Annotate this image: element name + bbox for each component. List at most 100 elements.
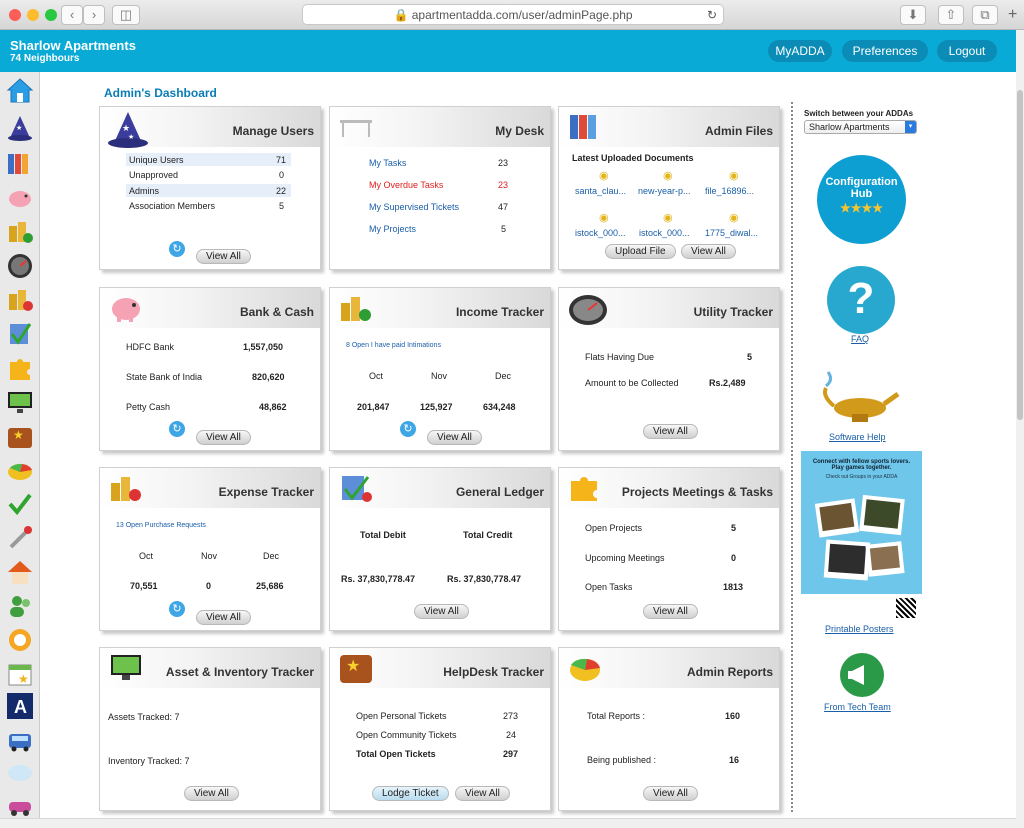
adda-logo-icon[interactable]: A bbox=[6, 692, 34, 720]
chat-icon[interactable] bbox=[6, 760, 34, 788]
sidebar-toggle-button[interactable]: ◫ bbox=[112, 5, 140, 25]
logout-button[interactable]: Logout bbox=[937, 40, 997, 62]
myadda-button[interactable]: MyADDA bbox=[768, 40, 832, 62]
association-members-label[interactable]: Association Members bbox=[129, 201, 215, 211]
sbi-label[interactable]: State Bank of India bbox=[126, 372, 202, 382]
view-all-button[interactable]: View All bbox=[643, 786, 698, 801]
view-all-button[interactable]: View All bbox=[196, 610, 251, 625]
apartment-name[interactable]: Sharlow Apartments bbox=[10, 38, 136, 53]
from-tech-team-link[interactable]: From Tech Team bbox=[824, 702, 891, 712]
view-all-button[interactable]: View All bbox=[681, 244, 736, 259]
being-published-label[interactable]: Being published : bbox=[587, 755, 656, 765]
open-personal-tickets-label[interactable]: Open Personal Tickets bbox=[356, 711, 447, 721]
view-all-button[interactable]: View All bbox=[184, 786, 239, 801]
unique-users-label[interactable]: Unique Users bbox=[129, 155, 184, 165]
file-link[interactable]: 1775_diwal... bbox=[705, 228, 758, 238]
software-help-link[interactable]: Software Help bbox=[829, 432, 886, 442]
tools-icon[interactable] bbox=[6, 524, 34, 552]
amount-collected-label[interactable]: Amount to be Collected bbox=[585, 378, 679, 388]
total-reports-label[interactable]: Total Reports : bbox=[587, 711, 645, 721]
home-icon[interactable] bbox=[6, 76, 34, 104]
horizontal-scrollbar[interactable] bbox=[0, 818, 1016, 828]
ledger-check-icon[interactable] bbox=[6, 320, 34, 348]
piggy-bank-icon[interactable] bbox=[6, 184, 34, 212]
adda-select[interactable]: Sharlow Apartments ▾ bbox=[804, 120, 917, 134]
neighbours-count[interactable]: 74 Neighbours bbox=[10, 53, 79, 64]
file-link[interactable]: istock_000... bbox=[639, 228, 690, 238]
view-all-button[interactable]: View All bbox=[643, 604, 698, 619]
vertical-scrollbar-thumb[interactable] bbox=[1017, 90, 1023, 420]
calendar-star-icon[interactable]: ★ bbox=[6, 660, 34, 688]
zoom-window-button[interactable] bbox=[45, 9, 57, 21]
tabs-button[interactable]: ⧉ bbox=[972, 5, 998, 25]
faq-icon[interactable]: ? bbox=[827, 266, 895, 334]
printable-posters-link[interactable]: Printable Posters bbox=[825, 624, 894, 634]
magic-lamp-icon[interactable] bbox=[822, 366, 900, 426]
lodge-ticket-button[interactable]: Lodge Ticket bbox=[372, 786, 449, 801]
view-all-button[interactable]: View All bbox=[455, 786, 510, 801]
expense-coins-icon[interactable] bbox=[6, 286, 34, 314]
refresh-icon[interactable]: ↻ bbox=[400, 421, 416, 437]
my-supervised-tickets-value: 47 bbox=[498, 202, 509, 212]
back-button[interactable]: ‹ bbox=[61, 5, 83, 25]
forward-button[interactable]: › bbox=[83, 5, 105, 25]
flats-having-due-label[interactable]: Flats Having Due bbox=[585, 352, 654, 362]
car-icon[interactable] bbox=[6, 792, 34, 820]
printable-poster-image[interactable]: Connect with fellow sports lovers. Play … bbox=[801, 451, 922, 622]
inventory-tracked-label[interactable]: Inventory Tracked: 7 bbox=[108, 756, 190, 766]
downloads-button[interactable]: ⬇ bbox=[900, 5, 926, 25]
new-tab-button[interactable]: + bbox=[1008, 6, 1017, 24]
my-supervised-tickets-link[interactable]: My Supervised Tickets bbox=[369, 202, 459, 212]
assets-tracked-label[interactable]: Assets Tracked: 7 bbox=[108, 712, 180, 722]
refresh-icon[interactable]: ↻ bbox=[169, 241, 185, 257]
users-icon[interactable] bbox=[6, 592, 34, 620]
open-purchase-requests-link[interactable]: 13 Open Purchase Requests bbox=[116, 522, 206, 529]
file-link[interactable]: santa_clau... bbox=[575, 186, 626, 196]
puzzle-icon[interactable] bbox=[6, 354, 34, 382]
view-all-button[interactable]: View All bbox=[196, 430, 251, 445]
vehicle-icon[interactable] bbox=[6, 726, 34, 754]
file-link[interactable]: file_16896... bbox=[705, 186, 754, 196]
unapproved-label[interactable]: Unapproved bbox=[129, 170, 178, 180]
view-all-button[interactable]: View All bbox=[643, 424, 698, 439]
hdfc-bank-label[interactable]: HDFC Bank bbox=[126, 342, 174, 352]
faq-link[interactable]: FAQ bbox=[851, 334, 869, 344]
upcoming-meetings-label[interactable]: Upcoming Meetings bbox=[585, 553, 665, 563]
configuration-hub-button[interactable]: Configuration Hub ★★★★ bbox=[817, 155, 906, 244]
coins-icon[interactable] bbox=[6, 218, 34, 246]
reload-icon[interactable]: ↻ bbox=[707, 5, 717, 25]
open-projects-label[interactable]: Open Projects bbox=[585, 523, 642, 533]
refresh-icon[interactable]: ↻ bbox=[169, 421, 185, 437]
megaphone-icon[interactable] bbox=[6, 626, 34, 654]
petty-cash-label[interactable]: Petty Cash bbox=[126, 402, 170, 412]
file-link[interactable]: istock_000... bbox=[575, 228, 626, 238]
house-icon[interactable] bbox=[6, 558, 34, 586]
refresh-icon[interactable]: ↻ bbox=[169, 601, 185, 617]
meter-icon[interactable] bbox=[6, 252, 34, 280]
my-tasks-link[interactable]: My Tasks bbox=[369, 158, 406, 168]
upload-file-button[interactable]: Upload File bbox=[605, 244, 676, 259]
megaphone-icon[interactable] bbox=[840, 653, 884, 697]
open-community-tickets-label[interactable]: Open Community Tickets bbox=[356, 730, 457, 740]
view-all-button[interactable]: View All bbox=[427, 430, 482, 445]
open-intimations-link[interactable]: 8 Open I have paid Intimations bbox=[346, 342, 441, 349]
minimize-window-button[interactable] bbox=[27, 9, 39, 21]
my-overdue-tasks-link[interactable]: My Overdue Tasks bbox=[369, 180, 443, 190]
view-all-button[interactable]: View All bbox=[414, 604, 469, 619]
close-window-button[interactable] bbox=[9, 9, 21, 21]
configuration-hub-line1: Configuration bbox=[825, 176, 898, 188]
address-bar[interactable]: 🔒 apartmentadda.com/user/adminPage.php ↻ bbox=[302, 4, 724, 25]
files-icon[interactable] bbox=[6, 150, 34, 178]
checkmark-icon[interactable] bbox=[6, 490, 34, 518]
admins-label[interactable]: Admins bbox=[129, 186, 159, 196]
share-button[interactable]: ⇧ bbox=[938, 5, 964, 25]
pie-chart-icon[interactable] bbox=[6, 456, 34, 484]
helpdesk-box-icon[interactable]: ★ bbox=[6, 422, 34, 450]
file-link[interactable]: new-year-p... bbox=[638, 186, 691, 196]
wizard-hat-icon[interactable]: ★ bbox=[6, 114, 34, 142]
preferences-button[interactable]: Preferences bbox=[842, 40, 928, 62]
view-all-button[interactable]: View All bbox=[196, 249, 251, 264]
open-tasks-label[interactable]: Open Tasks bbox=[585, 582, 632, 592]
monitor-icon[interactable] bbox=[6, 388, 34, 416]
my-projects-link[interactable]: My Projects bbox=[369, 224, 416, 234]
